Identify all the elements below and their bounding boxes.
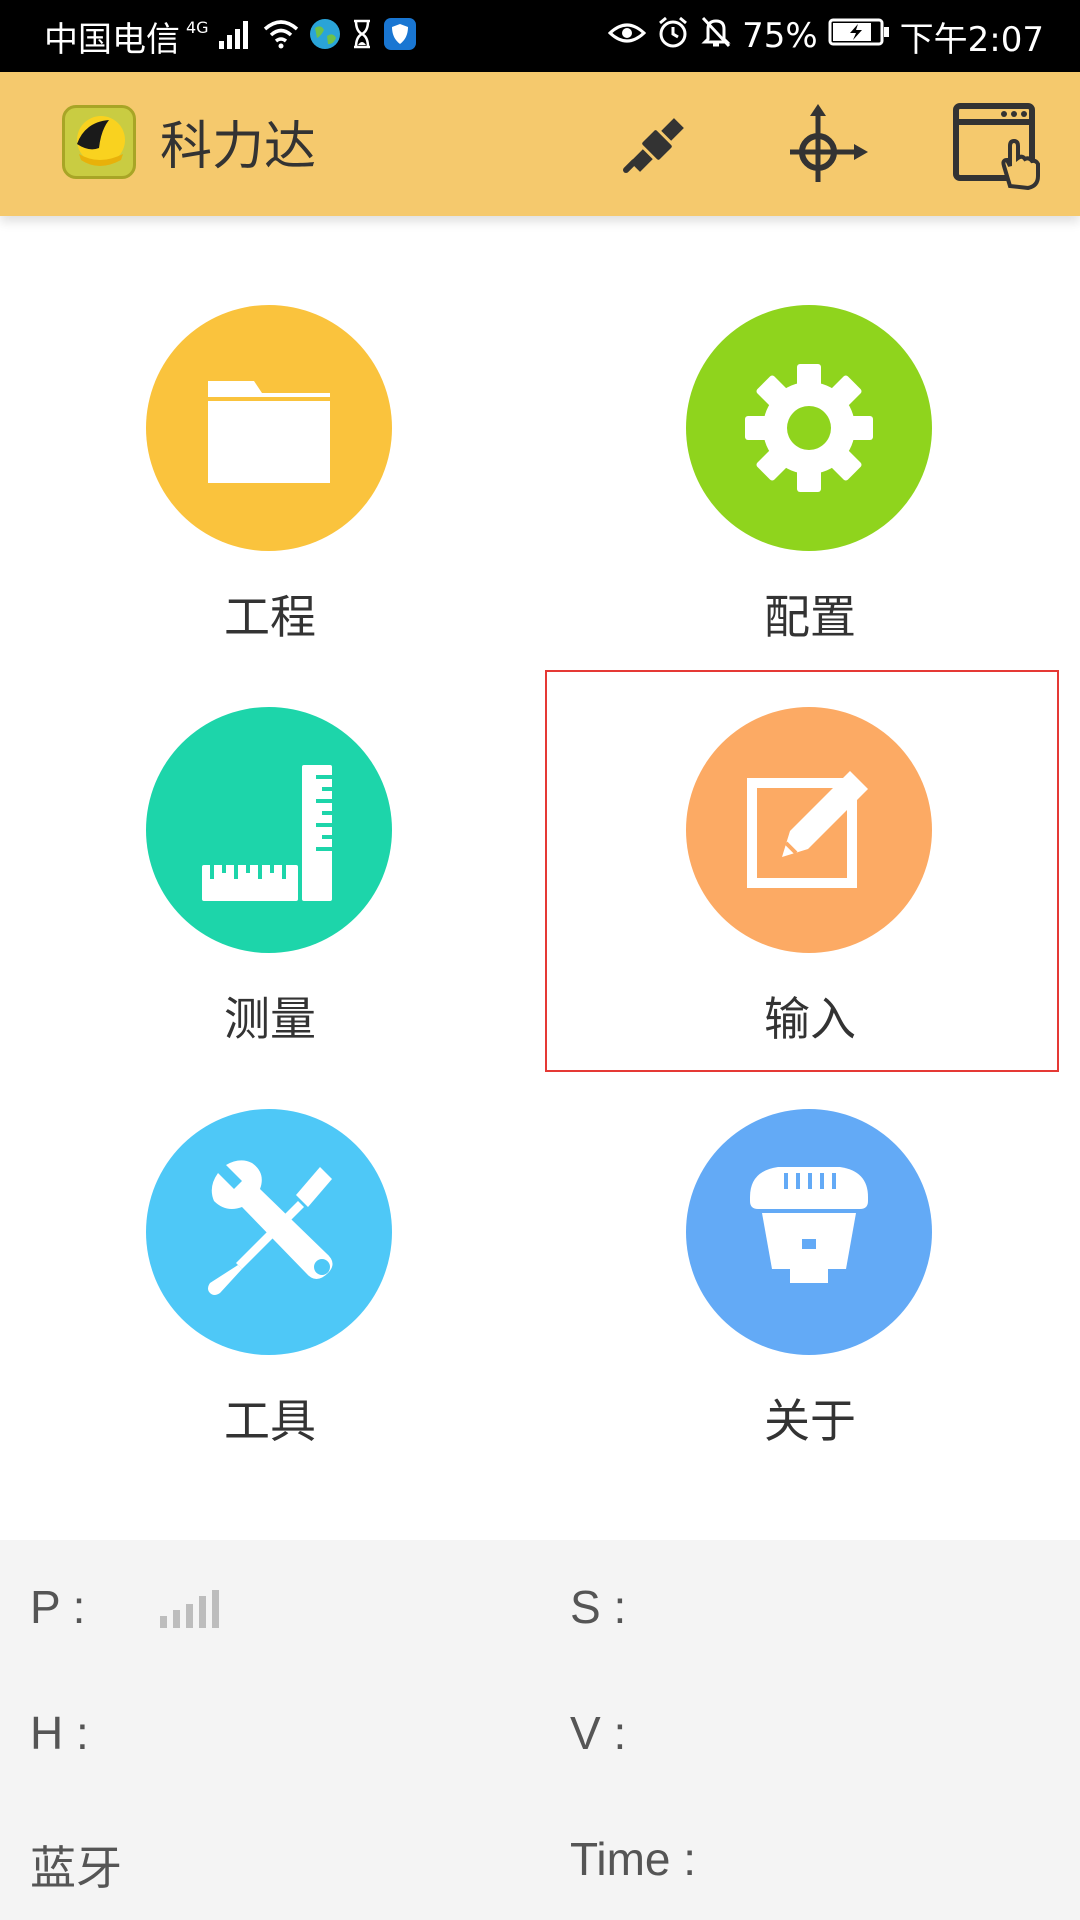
battery-percent: 75% [742,16,818,56]
gear-icon [745,364,873,492]
hourglass-icon [351,19,373,53]
status-bar-right: 75% 下午2:07 [607,0,1044,72]
ruler-icon [202,765,332,901]
h-label: H : [30,1707,89,1759]
battery-icon [828,16,890,56]
shield-icon [383,17,417,55]
carrier-name: 中国电信 [44,19,180,60]
signal-icon [218,19,253,53]
menu-label: 配置 [764,590,856,644]
v-label: V : [570,1707,627,1759]
app-switch-button[interactable] [952,100,1042,191]
menu-label: 关于 [764,1394,856,1448]
crosshair-icon [790,104,868,182]
menu-item-project[interactable]: 工程 [0,305,540,705]
receiver-icon-circle [686,1109,932,1355]
app-title: 科力达 [160,117,317,177]
menu-item-config[interactable]: 配置 [540,305,1080,705]
wifi-icon [263,19,299,53]
menu-label: 工程 [224,590,316,644]
receiver-icon [750,1167,868,1283]
clock: 下午2:07 [899,19,1044,60]
status-footer: P : S : H : V : 蓝牙 Time : [0,1540,1080,1920]
menu-label: 工具 [224,1394,316,1448]
menu-item-measure[interactable]: 测量 [0,707,540,1107]
signal-strength-icon [160,1588,226,1632]
menu-item-tools[interactable]: 工具 [0,1109,540,1509]
menu-item-about[interactable]: 关于 [540,1109,1080,1509]
gear-icon-circle [686,305,932,551]
eye-icon [607,16,647,56]
menu-label: 测量 [224,992,316,1046]
tools-icon-circle [146,1109,392,1355]
globe-icon [309,18,341,54]
app-logo [62,105,136,179]
selection-highlight [545,670,1059,1072]
satellite-button[interactable] [612,100,702,190]
s-label: S : [570,1581,627,1633]
p-label: P : [30,1581,86,1633]
folder-icon [208,381,330,483]
bluetooth-label: 蓝牙 [30,1842,122,1894]
status-bar-left: 中国电信 4G [44,0,417,72]
app-bar: 科力达 [0,72,1080,216]
status-bar: 中国电信 4G 75% 下午2:07 [0,0,1080,72]
bell-off-icon [700,15,732,58]
folder-icon-circle [146,305,392,551]
locate-button[interactable] [782,100,872,190]
network-type: 4G [186,17,209,37]
alarm-icon [656,15,690,58]
time-label: Time : [570,1833,697,1885]
tools-icon [208,1160,333,1295]
satellite-icon [623,118,684,173]
ruler-icon-circle [146,707,392,953]
window-hand-icon [953,103,1040,191]
